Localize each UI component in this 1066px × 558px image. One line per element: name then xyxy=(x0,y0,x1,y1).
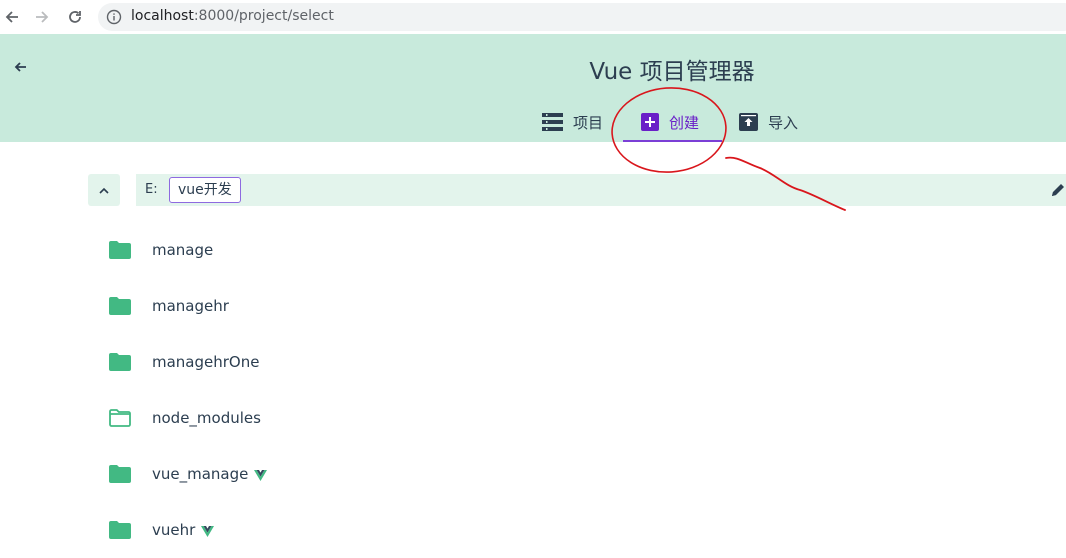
collapse-button[interactable] xyxy=(88,174,120,206)
folder-row[interactable]: manage xyxy=(108,222,1008,278)
info-icon[interactable] xyxy=(106,9,122,25)
add-box-icon xyxy=(641,113,659,131)
tab-projects-label: 项目 xyxy=(573,113,604,132)
folder-icon xyxy=(108,294,132,318)
tab-import[interactable]: 导入 xyxy=(739,104,798,140)
folder-name: manage xyxy=(152,241,214,259)
folder-name: vuehr xyxy=(152,521,196,539)
active-tab-indicator xyxy=(623,140,722,142)
arrow-right-icon xyxy=(36,11,49,23)
address-bar[interactable]: localhost:8000/project/select xyxy=(98,3,1066,31)
browser-back-button[interactable] xyxy=(2,7,22,27)
browser-forward-button[interactable] xyxy=(32,7,52,27)
folder-row[interactable]: managehr xyxy=(108,278,1008,334)
reload-icon xyxy=(69,11,81,23)
path-bar: E: vue开发 xyxy=(136,174,1066,206)
list-icon xyxy=(542,113,563,131)
folder-icon xyxy=(108,238,132,262)
path-segment[interactable]: vue开发 xyxy=(169,177,241,203)
tab-import-label: 导入 xyxy=(768,113,799,132)
edit-icon[interactable] xyxy=(1050,182,1066,198)
folder-name: vue_manage xyxy=(152,465,249,483)
folder-row[interactable]: vuehr xyxy=(108,502,1008,558)
folder-icon xyxy=(108,462,132,486)
arrow-left-icon xyxy=(5,11,18,23)
tab-create[interactable]: 创建 xyxy=(641,104,699,140)
url-text: localhost:8000/project/select xyxy=(131,8,334,24)
folder-row[interactable]: managehrOne xyxy=(108,334,1008,390)
tab-create-label: 创建 xyxy=(669,113,700,132)
chevron-up-icon xyxy=(99,187,109,194)
folder-name: managehrOne xyxy=(152,353,260,371)
app-header: Vue 项目管理器 项目 创建 导入 xyxy=(0,34,1066,142)
folder-name: managehr xyxy=(152,297,229,315)
folder-name: node_modules xyxy=(152,409,261,427)
folder-row[interactable]: node_modules xyxy=(108,390,1008,446)
folder-icon xyxy=(108,518,132,542)
vue-logo-icon xyxy=(254,470,268,481)
folder-row[interactable]: vue_manage xyxy=(108,446,1008,502)
drive-label[interactable]: E: xyxy=(145,182,158,197)
folder-icon xyxy=(108,350,132,374)
browser-reload-button[interactable] xyxy=(65,7,85,27)
unarchive-icon xyxy=(739,113,758,131)
folder-outline-icon xyxy=(108,406,132,430)
vue-logo-icon xyxy=(201,526,215,537)
page-title: Vue 项目管理器 xyxy=(589,59,755,85)
tab-projects[interactable]: 项目 xyxy=(542,104,603,140)
browser-toolbar: localhost:8000/project/select xyxy=(0,0,1066,34)
